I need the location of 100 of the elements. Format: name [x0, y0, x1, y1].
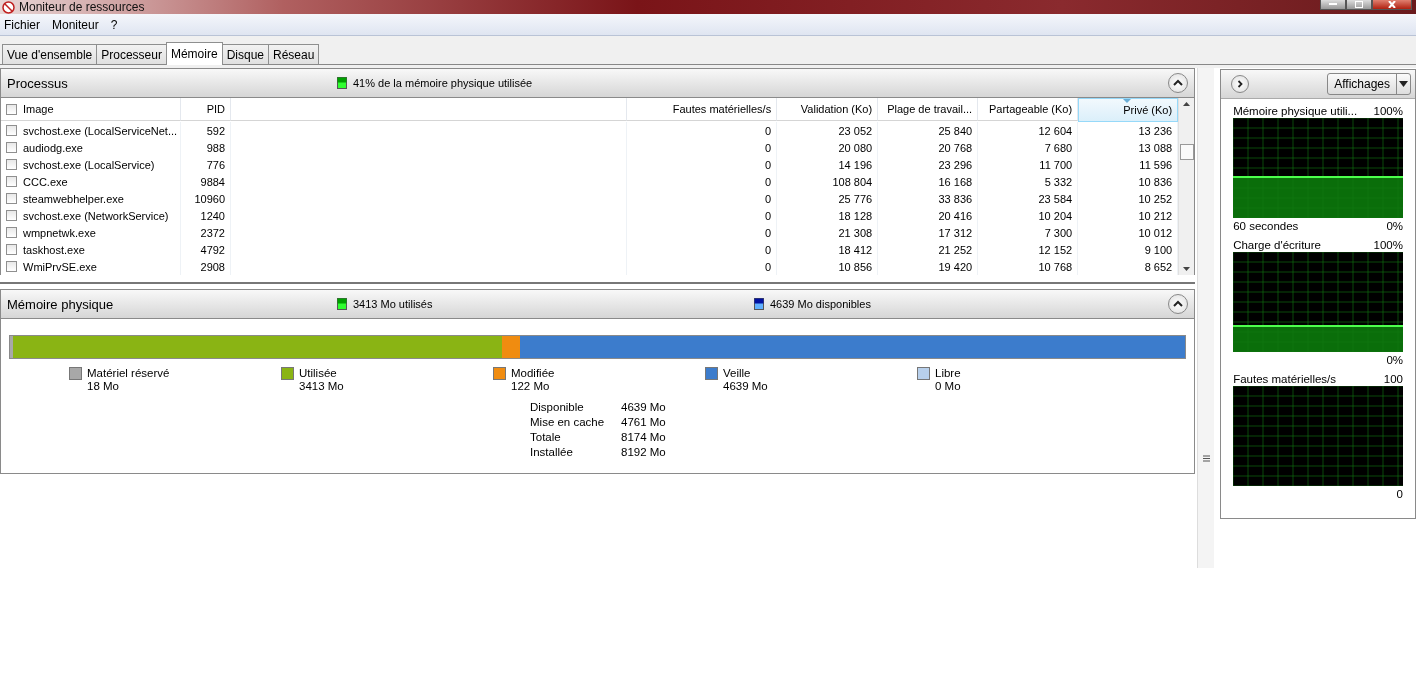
table-cell: 0: [627, 156, 778, 173]
memory-available-icon: [754, 298, 764, 310]
table-cell: 0: [627, 258, 778, 275]
table-cell: 8 652: [1078, 258, 1179, 275]
collapse-button[interactable]: [1168, 73, 1189, 93]
views-button[interactable]: Affichages: [1327, 73, 1411, 95]
table-cell: 7 300: [978, 224, 1079, 241]
checkbox[interactable]: [6, 193, 17, 204]
table-cell: 0: [627, 224, 778, 241]
tab[interactable]: Disque: [221, 44, 269, 64]
menu-item[interactable]: ?: [106, 15, 122, 34]
table-cell: 1240: [181, 207, 231, 224]
table-cell: 23 052: [777, 122, 879, 139]
table-cell: 20 768: [878, 139, 979, 156]
close-button[interactable]: [1372, 0, 1412, 10]
checkbox[interactable]: [6, 176, 17, 187]
table-cell: 0: [627, 139, 778, 156]
section-title: Processus: [6, 75, 69, 91]
tab[interactable]: Réseau: [268, 44, 320, 64]
menu-item[interactable]: Fichier: [0, 15, 44, 34]
graph-max: 100%: [1373, 104, 1403, 117]
grip-icon[interactable]: [1202, 454, 1210, 462]
graph-max: 100: [1383, 372, 1403, 385]
checkbox[interactable]: [6, 244, 17, 255]
table-cell: svchost.exe (LocalService): [23, 158, 155, 171]
legend-value: 18 Mo: [87, 380, 120, 392]
checkbox[interactable]: [6, 210, 17, 221]
table-cell: 988: [181, 139, 231, 156]
legend-label: Modifiée: [511, 367, 556, 380]
stat-value: 8174 Mo: [621, 430, 667, 445]
chevron-up-icon: [1173, 300, 1184, 308]
table-cell: 18 128: [777, 207, 879, 224]
table-cell: svchost.exe (NetworkService): [23, 209, 169, 222]
column-header[interactable]: PID: [181, 98, 231, 121]
collapse-button[interactable]: [1168, 294, 1189, 314]
maximize-icon: [1355, 1, 1363, 8]
table-cell: 0: [627, 207, 778, 224]
table-cell: 12 152: [978, 241, 1079, 258]
scrollbar[interactable]: [1197, 68, 1215, 568]
table-cell: 0: [627, 190, 778, 207]
table-cell: 9 100: [1078, 241, 1179, 258]
table-cell: 108 804: [777, 173, 879, 190]
table-cell: 14 196: [777, 156, 879, 173]
column-header[interactable]: Partageable (Ko): [978, 98, 1079, 121]
legend-value: 4639 Mo: [723, 380, 769, 392]
tab[interactable]: Processeur: [96, 44, 167, 64]
table-cell: 0: [627, 241, 778, 258]
checkbox[interactable]: [6, 142, 17, 153]
legend-value: 122 Mo: [511, 380, 551, 392]
tab[interactable]: Mémoire: [165, 42, 223, 65]
table-cell: 33 836: [878, 190, 979, 207]
table-cell: steamwebhelper.exe: [23, 192, 124, 205]
checkbox[interactable]: [6, 125, 17, 136]
checkbox[interactable]: [6, 261, 17, 272]
column-header[interactable]: Privé (Ko): [1078, 98, 1179, 122]
graph-max: 100%: [1373, 238, 1403, 251]
expand-button[interactable]: [1231, 75, 1250, 93]
table-cell: 11 700: [978, 156, 1079, 173]
graph-min: 0: [1396, 487, 1403, 500]
table-cell: svchost.exe (LocalServiceNet...: [23, 124, 178, 137]
table-cell: 21 308: [777, 224, 879, 241]
table-cell: 0: [627, 122, 778, 139]
close-icon: [1388, 1, 1396, 8]
table-cell: 9884: [181, 173, 231, 190]
minimize-button[interactable]: [1320, 0, 1346, 10]
table-cell: 10 212: [1078, 207, 1179, 224]
table-cell: 16 168: [878, 173, 979, 190]
checkbox[interactable]: [6, 227, 17, 238]
scroll-up-icon[interactable]: [1183, 102, 1191, 106]
checkbox[interactable]: [6, 159, 17, 170]
column-header[interactable]: Fautes matérielles/s: [627, 98, 778, 121]
checkbox[interactable]: [6, 103, 17, 115]
graph-min: 0%: [1386, 353, 1403, 366]
table-cell: CCC.exe: [23, 175, 68, 188]
column-header[interactable]: Validation (Ko): [777, 98, 879, 121]
table-cell: 17 312: [878, 224, 979, 241]
table-cell: 12 604: [978, 122, 1079, 139]
table-cell: 10 252: [1078, 190, 1179, 207]
legend-label: Veille: [723, 367, 752, 380]
menu-item[interactable]: Moniteur: [48, 15, 103, 34]
stat-label: Disponible: [530, 400, 585, 415]
tab[interactable]: Vue d'ensemble: [2, 44, 98, 64]
table-cell: 10960: [181, 190, 231, 207]
table-cell: 10 768: [978, 258, 1079, 275]
memory-usage-icon: [337, 77, 347, 89]
table-cell: 4792: [181, 241, 231, 258]
column-header[interactable]: Plage de travail...: [878, 98, 979, 121]
scroll-down-icon[interactable]: [1183, 267, 1191, 271]
memory-usage-summary: 41% de la mémoire physique utilisée: [353, 77, 533, 89]
legend-label: Matériel réservé: [87, 367, 171, 380]
scroll-thumb[interactable]: [1179, 143, 1194, 160]
scrollbar[interactable]: [1178, 98, 1195, 275]
maximize-button[interactable]: [1346, 0, 1372, 10]
table-cell: 7 680: [978, 139, 1079, 156]
table-cell: 776: [181, 156, 231, 173]
table-cell: 2908: [181, 258, 231, 275]
table-cell: 5 332: [978, 173, 1079, 190]
column-header[interactable]: Image: [1, 98, 181, 121]
graph-title: Fautes matérielles/s: [1233, 372, 1337, 385]
table-cell: 20 416: [878, 207, 979, 224]
